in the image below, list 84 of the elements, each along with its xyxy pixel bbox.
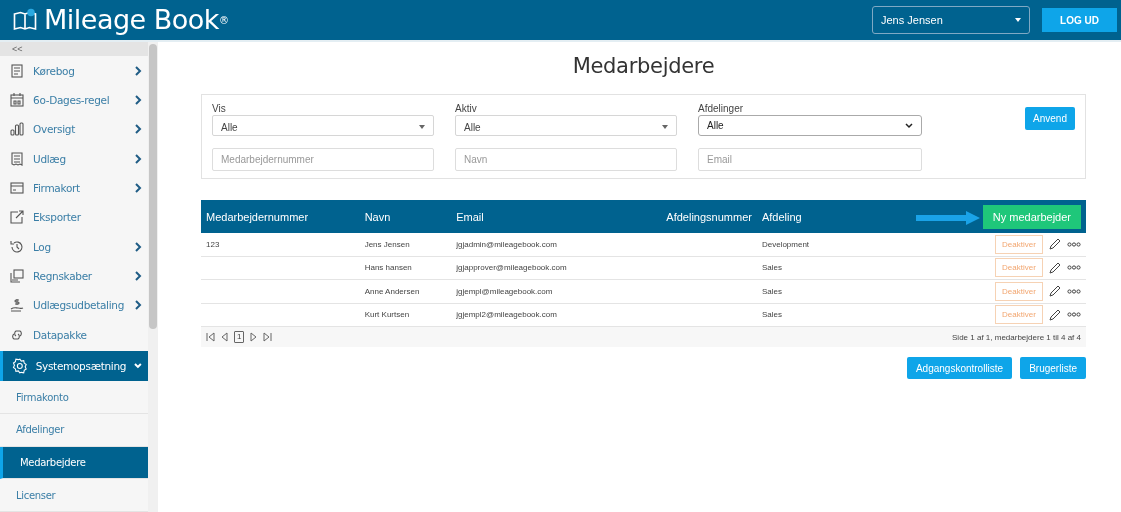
previous-page-icon[interactable] xyxy=(220,332,229,342)
chevron-right-icon xyxy=(134,271,142,282)
settings-icon xyxy=(12,358,28,375)
apply-button[interactable]: Anvend xyxy=(1025,107,1075,130)
next-page-icon[interactable] xyxy=(249,332,259,342)
list-button[interactable]: Adgangskontrolliste xyxy=(906,357,1013,379)
table-cell: Development xyxy=(761,239,810,249)
table-cell: Sales xyxy=(761,286,782,296)
sidebar-item[interactable]: Kørebog xyxy=(0,56,148,86)
table-cell: Jens Jensen xyxy=(364,239,410,249)
dropdown-field[interactable]: Alle xyxy=(212,115,434,136)
payment-icon xyxy=(9,297,25,314)
edit-icon[interactable] xyxy=(1049,285,1061,298)
column-header: Navn xyxy=(359,200,452,233)
notebook-icon xyxy=(9,62,25,79)
chevron-right-icon xyxy=(134,124,142,135)
edit-icon[interactable] xyxy=(1049,261,1061,274)
chevron-right-icon xyxy=(134,300,142,311)
card-icon xyxy=(9,180,25,197)
field-label: Aktiv xyxy=(455,103,478,114)
dropdown-field[interactable]: Alle xyxy=(455,115,677,136)
chevron-down-icon xyxy=(905,122,913,129)
export-icon xyxy=(9,209,25,226)
logo-text: Mileage Book® xyxy=(44,4,229,36)
table-cell: jgjempl2@mileagebook.com xyxy=(456,310,557,320)
logout-button[interactable]: LOG UD xyxy=(1042,8,1117,32)
receipt-icon xyxy=(9,150,25,167)
sidebar-item[interactable]: Oversigt xyxy=(0,114,148,145)
table-cell: Hans hansen xyxy=(364,263,412,273)
table-cell: jgjadmin@mileagebook.com xyxy=(456,239,557,249)
chevron-right-icon xyxy=(134,95,142,105)
column-header: Afdeling xyxy=(756,200,838,233)
more-icon[interactable] xyxy=(1067,312,1081,318)
chevron-right-icon xyxy=(134,65,142,76)
sidebar-item[interactable]: Regnskaber xyxy=(0,261,148,291)
pagination-summary: Side 1 af 1, medarbejdere 1 til 4 af 4 xyxy=(952,332,1081,342)
column-header: Medarbejdernummer xyxy=(201,200,360,233)
more-icon[interactable] xyxy=(1067,265,1081,271)
more-icon[interactable] xyxy=(1067,241,1081,247)
table-cell: Anne Andersen xyxy=(364,286,420,296)
calendar-icon xyxy=(9,92,25,108)
table-cell: jgjapprover@mileagebook.com xyxy=(456,263,567,273)
arrow-icon xyxy=(915,210,980,225)
table-cell: 123 xyxy=(206,239,220,249)
chevron-right-icon xyxy=(134,153,142,164)
text-field[interactable]: Navn xyxy=(455,148,677,171)
sidebar-item[interactable]: 6o-Dages-regel xyxy=(0,85,148,115)
text-field[interactable]: Medarbejdernummer xyxy=(212,148,434,171)
sidebar-item[interactable]: Eksporter xyxy=(0,202,148,233)
page-title: Medarbejdere xyxy=(571,54,716,78)
chevron-right-icon xyxy=(134,241,142,252)
chevron-right-icon xyxy=(134,183,142,194)
sidebar-item[interactable]: Firmakort xyxy=(0,173,148,203)
first-page-icon[interactable] xyxy=(206,332,215,342)
edit-icon[interactable] xyxy=(1049,238,1061,251)
field-label: Afdelinger xyxy=(698,103,745,114)
field-label: Vis xyxy=(212,103,227,114)
map-book-icon xyxy=(12,8,38,32)
bar-chart-icon xyxy=(9,121,25,138)
table-cell: Sales xyxy=(761,310,782,320)
sidebar-item[interactable]: Udlægsudbetaling xyxy=(0,290,148,321)
sidebar-subitem[interactable]: Medarbejdere xyxy=(0,446,148,480)
more-icon[interactable] xyxy=(1067,288,1081,294)
sidebar-item[interactable]: Log xyxy=(0,232,148,262)
text-field[interactable]: Email xyxy=(698,148,922,171)
sidebar-item[interactable]: Datapakke xyxy=(0,320,148,350)
sidebar-item[interactable]: Systemopsætning xyxy=(0,351,148,382)
edit-icon[interactable] xyxy=(1049,308,1061,321)
collapse-toggle[interactable]: << xyxy=(0,42,148,56)
table-cell: Sales xyxy=(761,263,782,273)
user-select[interactable]: Jens Jensen xyxy=(872,6,1030,34)
column-header: Email xyxy=(451,200,622,233)
last-page-icon[interactable] xyxy=(263,332,273,342)
page-number[interactable]: 1 xyxy=(234,331,245,343)
dropdown-field[interactable]: Alle xyxy=(698,115,922,136)
new-employee-button[interactable]: Ny medarbejder xyxy=(982,204,1081,229)
table-cell: jgjempl@mileagebook.com xyxy=(456,286,553,296)
monitor-icon xyxy=(9,268,25,285)
list-button[interactable]: Brugerliste xyxy=(1020,357,1086,379)
table-cell: Kurt Kurtsen xyxy=(364,310,410,320)
sidebar-item[interactable]: Udlæg xyxy=(0,144,148,174)
column-header: Afdelingsnummer xyxy=(621,200,757,233)
history-icon xyxy=(9,238,25,255)
scrollbar-thumb[interactable] xyxy=(149,44,157,329)
